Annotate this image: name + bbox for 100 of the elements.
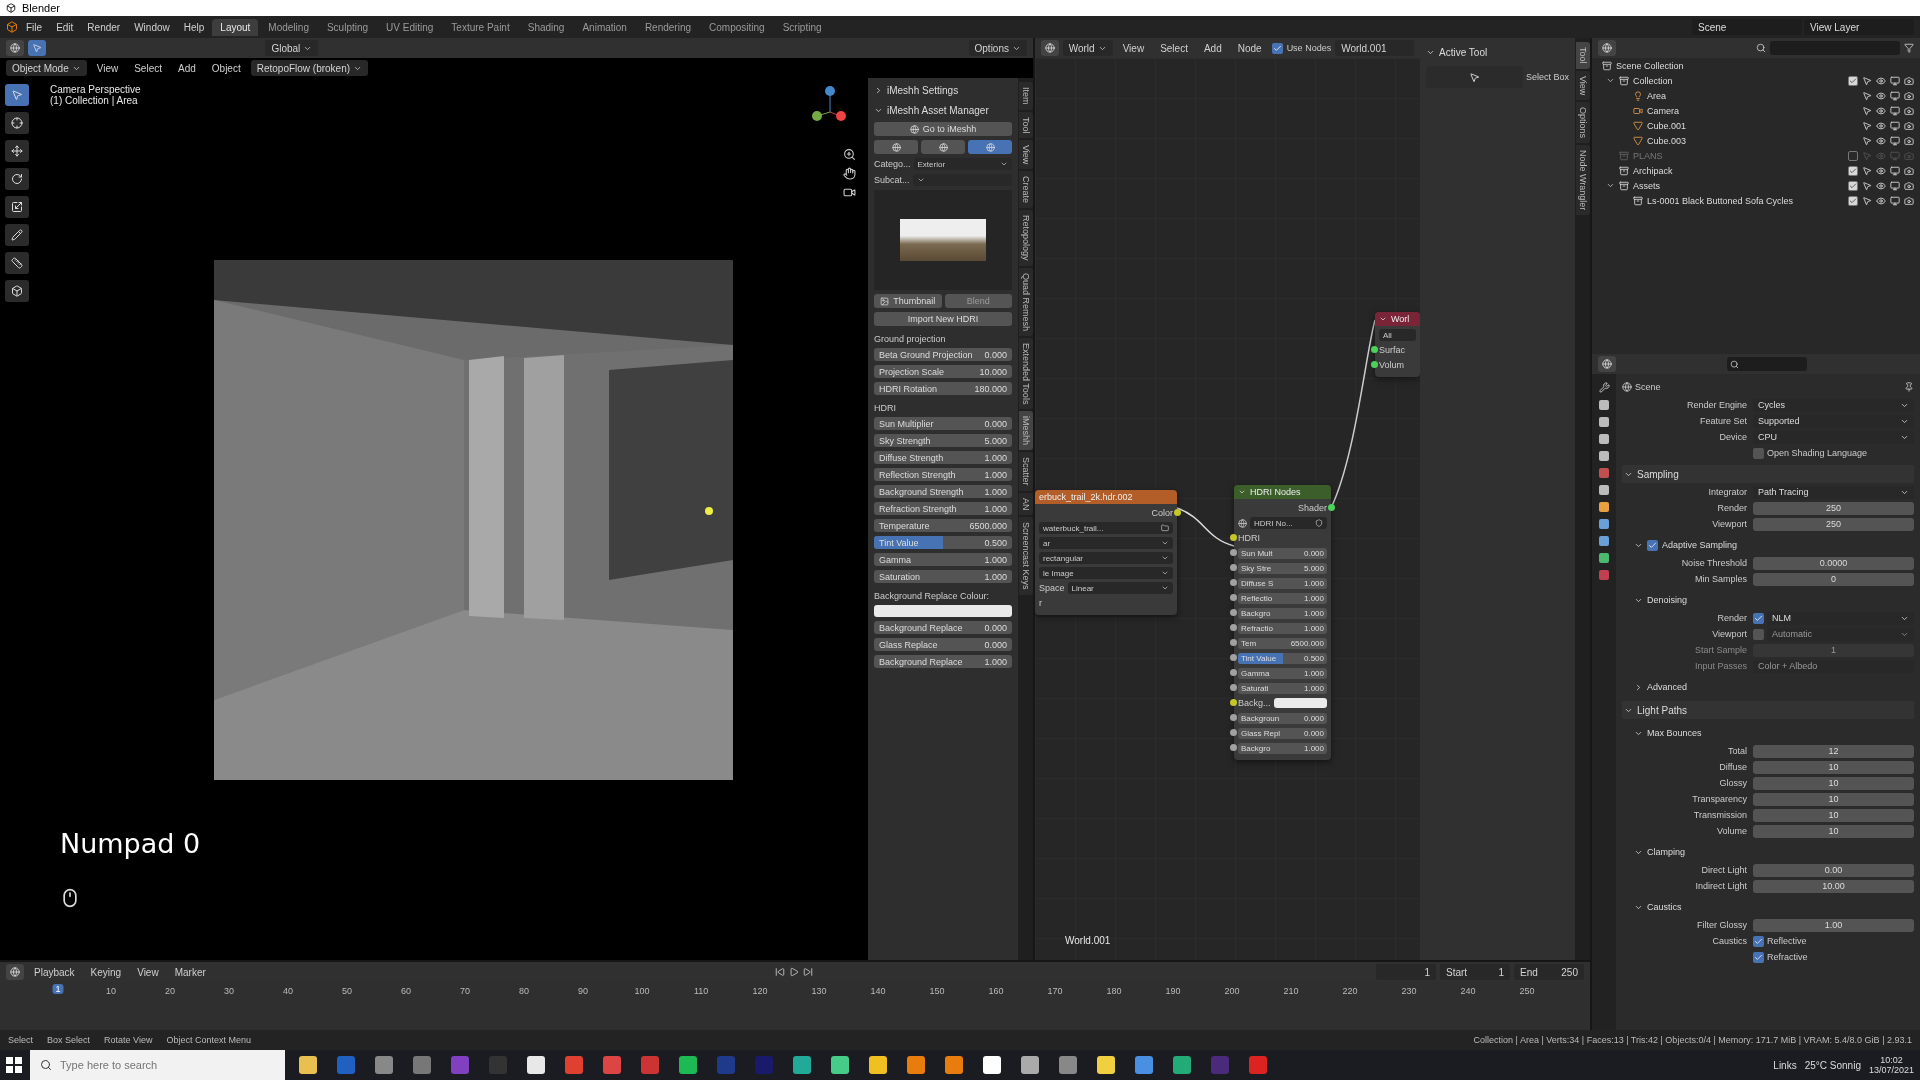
number-field[interactable]: 1.00 [1753, 918, 1914, 932]
sidebar-tab[interactable]: Retopology [1018, 210, 1033, 266]
socket-icon[interactable] [1371, 361, 1378, 368]
app-icon[interactable] [299, 1056, 317, 1074]
menu-item[interactable]: Node [1231, 40, 1268, 56]
start-field[interactable]: Start 1 [1440, 964, 1510, 980]
current-frame-marker[interactable]: 1 [52, 984, 64, 994]
editor-type-button[interactable] [1598, 40, 1616, 56]
checkbox[interactable] [1753, 612, 1764, 624]
dropdown[interactable]: le Image [1039, 567, 1173, 579]
number-field[interactable]: Gamma 1.000 [874, 553, 1012, 566]
number-field[interactable]: Reflection Strength 1.000 [874, 468, 1012, 481]
checkbox[interactable] [1753, 951, 1764, 963]
dropdown[interactable]: rectangular [1039, 552, 1173, 564]
socket-icon[interactable] [1230, 654, 1237, 661]
color-swatch[interactable] [1273, 698, 1327, 708]
workspace-tab[interactable]: Texture Paint [443, 18, 518, 36]
menu-item[interactable]: Playback [28, 964, 81, 980]
menu-item[interactable]: Keying [84, 964, 128, 980]
menu-item[interactable]: Add [172, 60, 202, 76]
number-field[interactable]: 10 [1753, 792, 1914, 806]
editor-type-button[interactable] [6, 964, 24, 980]
app-icon[interactable] [1097, 1056, 1115, 1074]
number-field[interactable]: 10 [1753, 824, 1914, 838]
socket-icon[interactable] [1230, 594, 1237, 601]
measure-tool-button[interactable] [5, 252, 29, 274]
outliner-item[interactable]: Assets [1592, 178, 1920, 193]
exclude-checkbox[interactable] [1848, 75, 1858, 86]
exclude-checkbox[interactable] [1848, 150, 1858, 161]
number-field[interactable]: 250 [1753, 501, 1914, 515]
number-field[interactable]: 10.00 [1753, 879, 1914, 893]
socket-icon[interactable] [1230, 579, 1237, 586]
panel-header[interactable]: Light Paths [1622, 701, 1914, 719]
search-field[interactable]: Type here to search [30, 1050, 285, 1080]
dropdown[interactable]: NLM [1767, 611, 1914, 625]
number-field[interactable]: 250 [1753, 517, 1914, 531]
select-mode-button[interactable] [28, 40, 46, 56]
number-field[interactable]: 0.00 [1753, 863, 1914, 877]
sidebar-tab[interactable]: Options [1575, 101, 1590, 143]
number-field[interactable]: Refractio 1.000 [1238, 622, 1327, 634]
number-field[interactable]: Sun Mult 0.000 [1238, 547, 1327, 559]
menu-item[interactable]: Window [128, 19, 176, 35]
number-field[interactable]: Sky Strength 5.000 [874, 434, 1012, 447]
socket-icon[interactable] [1230, 639, 1237, 646]
import-button[interactable]: Import New HDRI [874, 312, 1012, 326]
shader-type-dropdown[interactable]: World [1062, 40, 1113, 56]
menu-item[interactable]: View [1116, 40, 1151, 56]
color-swatch[interactable] [874, 605, 1012, 617]
panel-header[interactable]: iMeshh Asset Manager [874, 102, 1012, 118]
socket-icon[interactable] [1230, 714, 1237, 721]
outliner-item[interactable]: Area [1592, 88, 1920, 103]
editor-type-button[interactable] [6, 40, 24, 56]
app-icon[interactable] [983, 1056, 1001, 1074]
checkbox[interactable] [1271, 42, 1283, 54]
number-field[interactable]: Reflectio 1.000 [1238, 592, 1327, 604]
socket-icon[interactable] [1230, 549, 1237, 556]
move-tool-button[interactable] [5, 140, 29, 162]
number-field[interactable]: 10 [1753, 808, 1914, 822]
annotate-tool-button[interactable] [5, 224, 29, 246]
panel-header[interactable]: Sampling [1622, 465, 1914, 483]
menu-item[interactable]: View [90, 60, 125, 76]
slider-field[interactable]: Tint Value 0.500 [1238, 652, 1327, 664]
sidebar-tab[interactable]: Create [1018, 171, 1033, 209]
editor-type-button[interactable] [1598, 356, 1616, 372]
dropdown[interactable]: Automatic [1767, 627, 1914, 641]
menu-item[interactable]: Help [177, 19, 211, 35]
workspace-tab[interactable]: Rendering [636, 18, 700, 36]
subpanel-header[interactable]: Clamping [1622, 843, 1914, 861]
outliner-item[interactable]: Cube.003 [1592, 133, 1920, 148]
group-dropdown[interactable]: HDRI No... [1250, 517, 1327, 529]
panel-header[interactable]: iMeshh Settings [874, 82, 1012, 98]
dropdown[interactable]: Linear [1067, 582, 1173, 594]
workspace-tab[interactable]: UV Editing [378, 18, 442, 36]
sidebar-tab[interactable]: Quad Remesh [1018, 267, 1033, 336]
menu-item[interactable]: Select [128, 60, 168, 76]
number-field[interactable]: Saturation 1.000 [874, 570, 1012, 583]
dropdown[interactable]: ar [1039, 537, 1173, 549]
number-field[interactable]: Sky Stre 5.000 [1238, 562, 1327, 574]
sidebar-tab[interactable]: Extended Tools [1018, 338, 1033, 410]
workspace-tab[interactable]: Shading [519, 18, 573, 36]
menu-item[interactable]: Edit [50, 19, 80, 35]
category-button[interactable] [921, 140, 965, 154]
options-dropdown[interactable]: Options [968, 40, 1027, 56]
menu-item[interactable]: View [131, 964, 165, 980]
category-button[interactable] [968, 140, 1012, 154]
addon-dropdown[interactable]: RetopoFlow (broken) [250, 60, 369, 76]
dropdown[interactable]: CPU [1753, 430, 1914, 444]
subpanel-header[interactable]: Denoising [1622, 591, 1914, 609]
windows-logo-icon[interactable] [6, 1057, 22, 1073]
sidebar-tab[interactable]: Scatter [1018, 452, 1033, 491]
outliner-item[interactable]: Collection [1592, 73, 1920, 88]
exclude-checkbox[interactable] [1848, 165, 1858, 176]
exclude-checkbox[interactable] [1848, 195, 1858, 206]
mode-dropdown[interactable]: Object Mode [6, 60, 87, 76]
socket-icon[interactable] [1230, 699, 1237, 706]
number-field[interactable]: 0.0000 [1753, 556, 1914, 570]
number-field[interactable]: Backgro 1.000 [1238, 742, 1327, 754]
end-field[interactable]: End 250 [1514, 964, 1584, 980]
socket-icon[interactable] [1174, 509, 1181, 516]
socket-icon[interactable] [1230, 624, 1237, 631]
